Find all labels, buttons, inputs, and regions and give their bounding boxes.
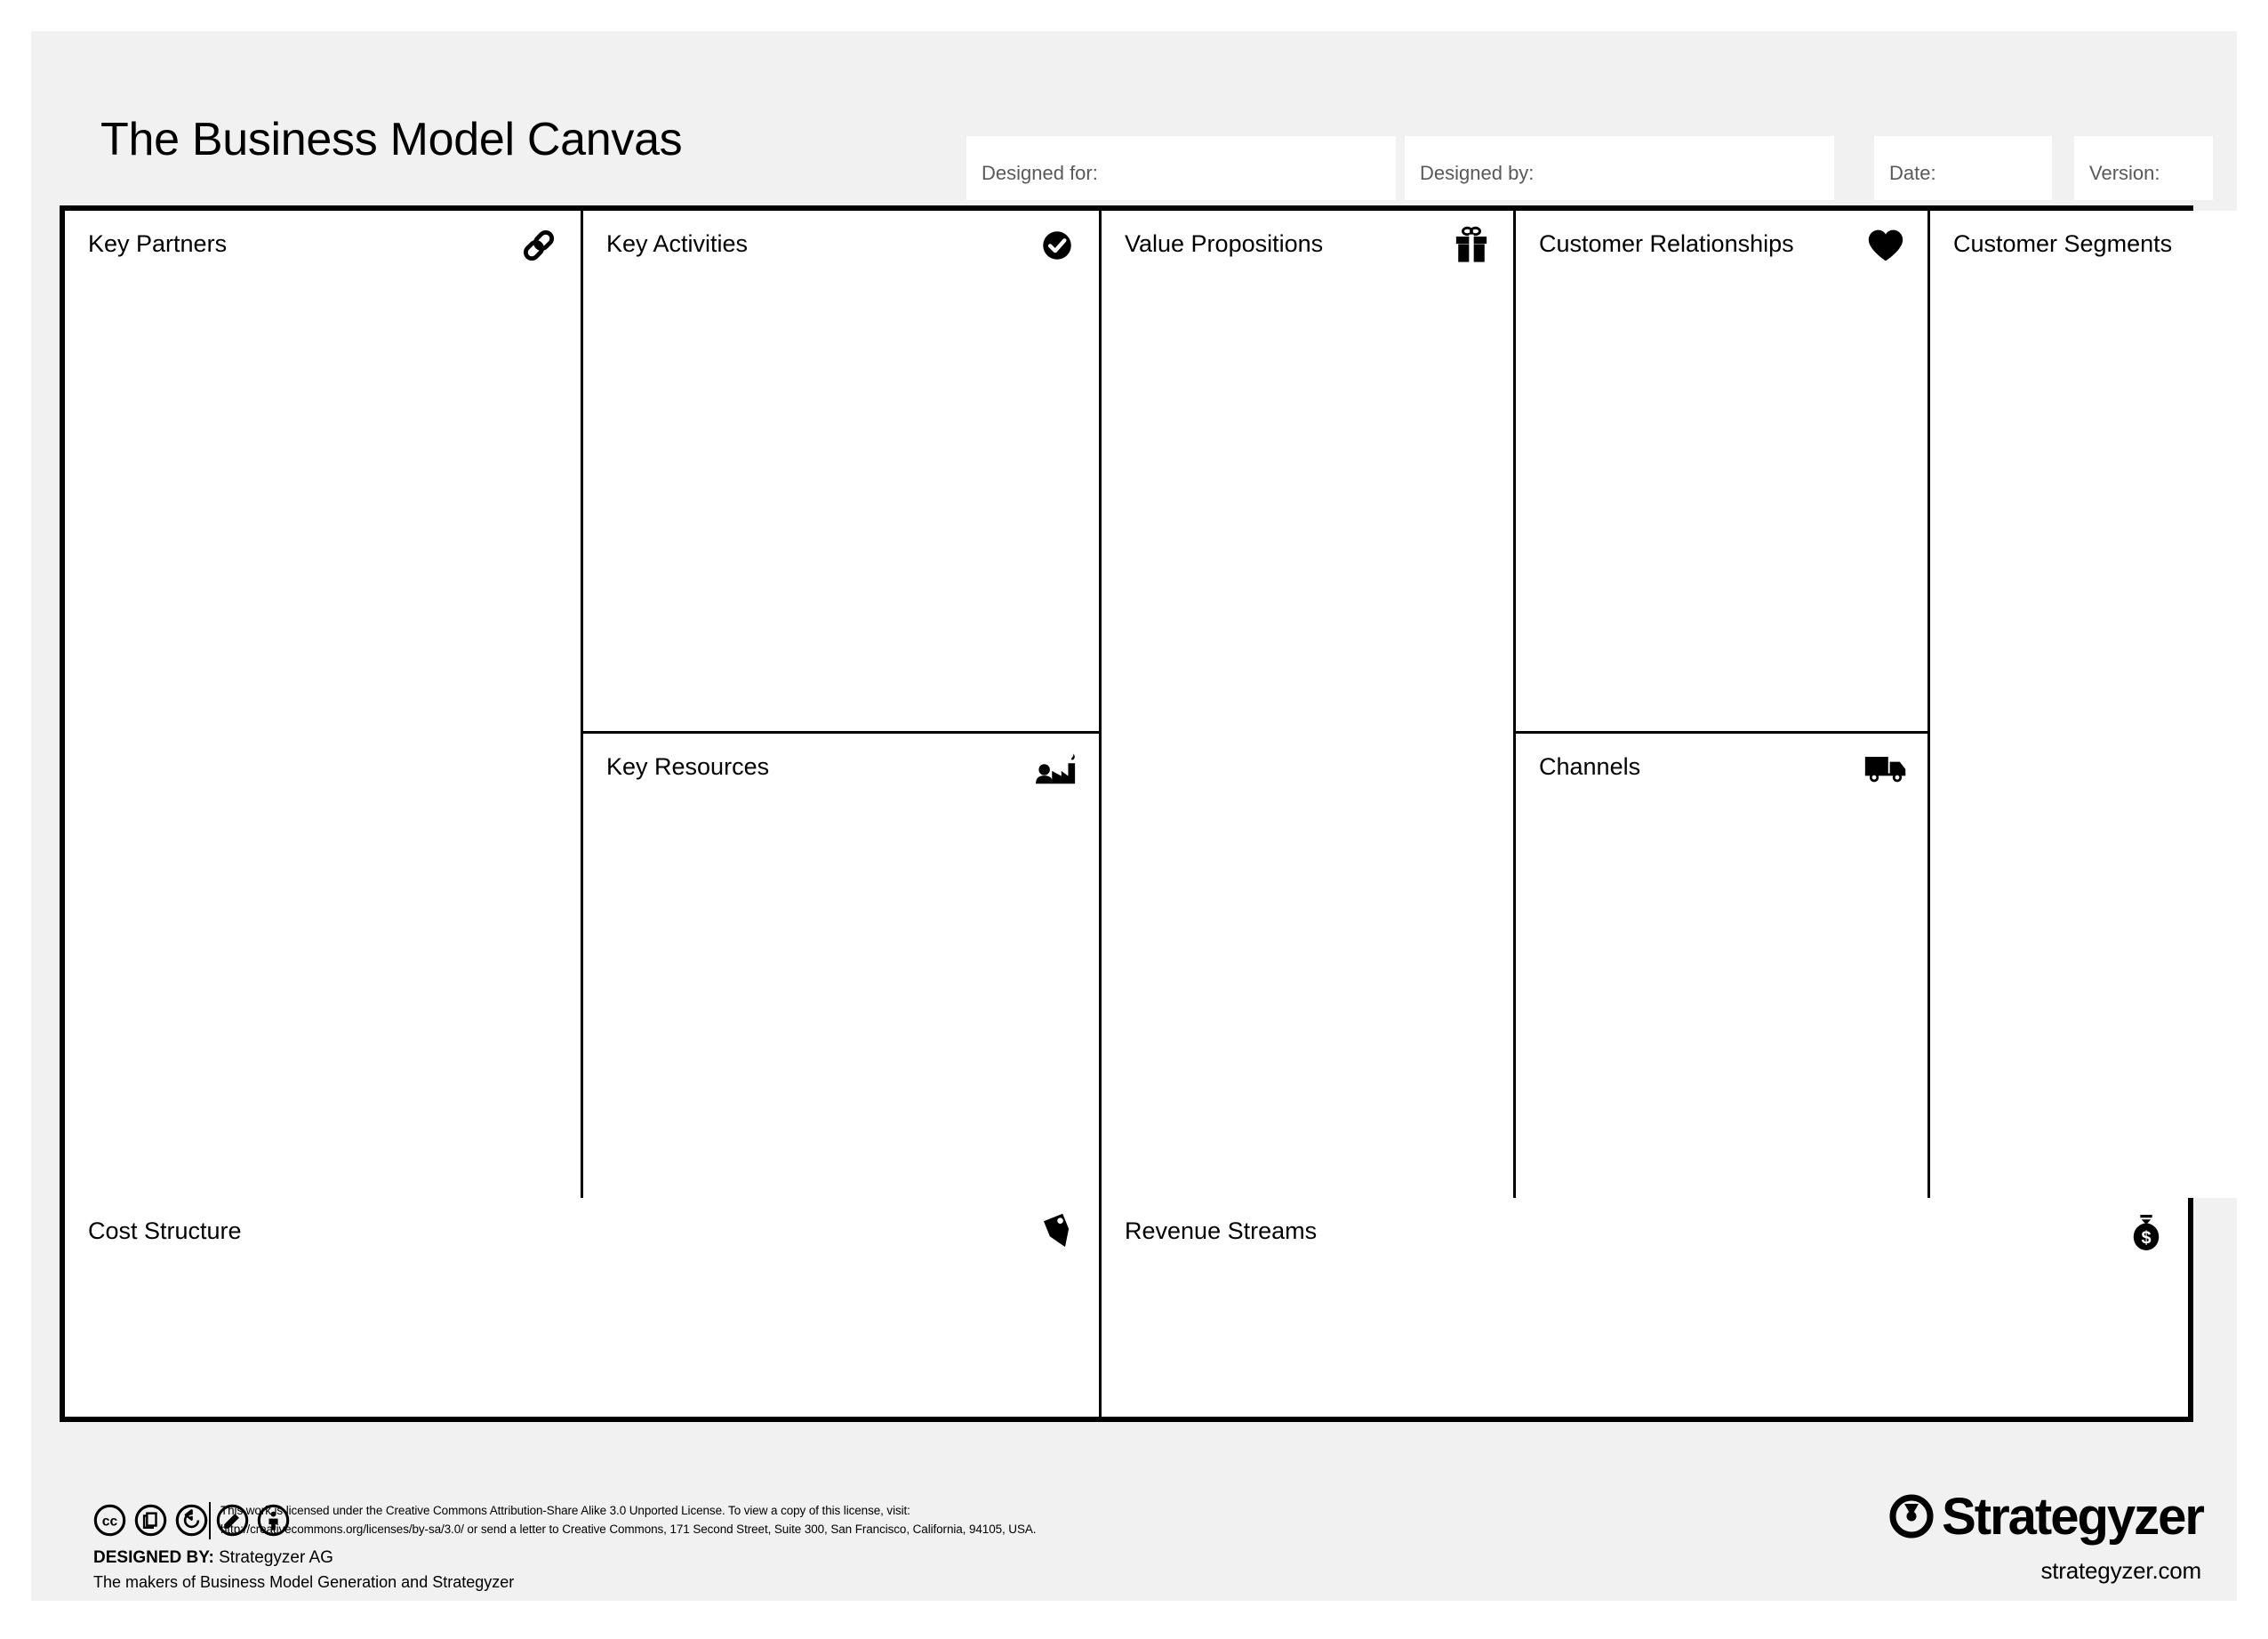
strategyzer-logo[interactable]: Strategyzer <box>1887 1487 2205 1546</box>
money-bag-icon: $ <box>2122 1209 2170 1257</box>
check-circle-icon <box>1033 221 1081 269</box>
chain-link-icon <box>515 221 563 269</box>
page-title: The Business Model Canvas <box>100 114 683 165</box>
block-value-propositions[interactable]: Value Propositions <box>1102 211 1516 1198</box>
block-title-customer-relationships: Customer Relationships <box>1539 230 1794 257</box>
canvas-footer: cc This work is licensed under the Creat… <box>31 1434 2237 1601</box>
delivery-truck-icon <box>1862 744 1910 792</box>
block-revenue-streams[interactable]: Revenue Streams $ <box>1102 1198 2188 1417</box>
block-title-key-partners: Key Partners <box>88 230 228 257</box>
makers-credit: The makers of Business Model Generation … <box>93 1573 515 1591</box>
block-title-value-propositions: Value Propositions <box>1125 230 1324 257</box>
canvas-header: The Business Model Canvas Designed for: … <box>31 31 2237 200</box>
svg-text:cc: cc <box>102 1514 118 1530</box>
designed-by-field[interactable]: Designed by: <box>1405 136 1834 200</box>
svg-text:$: $ <box>2141 1228 2151 1248</box>
canvas-page: The Business Model Canvas Designed for: … <box>31 31 2268 1601</box>
block-channels[interactable]: Channels <box>1516 734 1930 1198</box>
block-key-partners[interactable]: Key Partners <box>65 211 583 1198</box>
version-field[interactable]: Version: <box>2074 136 2213 200</box>
block-key-resources[interactable]: Key Resources <box>583 734 1102 1198</box>
designed-for-field[interactable]: Designed for: <box>966 136 1396 200</box>
cc-share-alike-icon <box>175 1504 208 1537</box>
designed-by-credit: DESIGNED BY: Strategyzer AG <box>93 1548 333 1568</box>
block-title-channels: Channels <box>1539 753 1641 780</box>
license-line-2: http://creativecommons.org/licenses/by-s… <box>220 1522 1037 1536</box>
factory-worker-icon <box>1033 744 1081 792</box>
strategyzer-brand[interactable]: Strategyzer strategyzer.com <box>1785 1487 2205 1587</box>
license-divider <box>209 1502 211 1539</box>
cc-logo-icon: cc <box>93 1504 126 1537</box>
designed-for-label: Designed for: <box>982 162 1098 184</box>
block-cost-structure[interactable]: Cost Structure <box>65 1198 1102 1417</box>
date-label: Date: <box>1889 162 1936 184</box>
license-text: This work is licensed under the Creative… <box>220 1502 1092 1539</box>
block-customer-relationships[interactable]: Customer Relationships <box>1516 211 1930 734</box>
block-title-cost-structure: Cost Structure <box>88 1217 242 1244</box>
block-customer-segments[interactable]: Customer Segments <box>1930 211 2268 1198</box>
price-tag-icon <box>1033 1209 1081 1257</box>
strategyzer-target-icon <box>1887 1490 1936 1544</box>
designed-by-credit-value: Strategyzer AG <box>219 1548 333 1567</box>
business-model-canvas-grid: Key Partners Key Activities Key Resource… <box>60 205 2268 1422</box>
block-title-key-activities: Key Activities <box>606 230 749 257</box>
date-field[interactable]: Date: <box>1874 136 2052 200</box>
license-line-1: This work is licensed under the Creative… <box>220 1504 910 1517</box>
block-title-revenue-streams: Revenue Streams <box>1125 1217 1318 1244</box>
block-key-activities[interactable]: Key Activities <box>583 211 1102 734</box>
strategyzer-url[interactable]: strategyzer.com <box>2040 1557 2201 1585</box>
block-title-customer-segments: Customer Segments <box>1953 230 2173 257</box>
block-title-key-resources: Key Resources <box>606 753 770 780</box>
heart-icon <box>1862 221 1910 269</box>
cc-share-icon <box>134 1504 167 1537</box>
designed-by-credit-label: DESIGNED BY: <box>93 1548 214 1567</box>
designed-by-label: Designed by: <box>1420 162 1535 184</box>
version-label: Version: <box>2089 162 2160 184</box>
gift-icon <box>1447 221 1495 269</box>
strategyzer-wordmark: Strategyzer <box>1942 1487 2205 1546</box>
